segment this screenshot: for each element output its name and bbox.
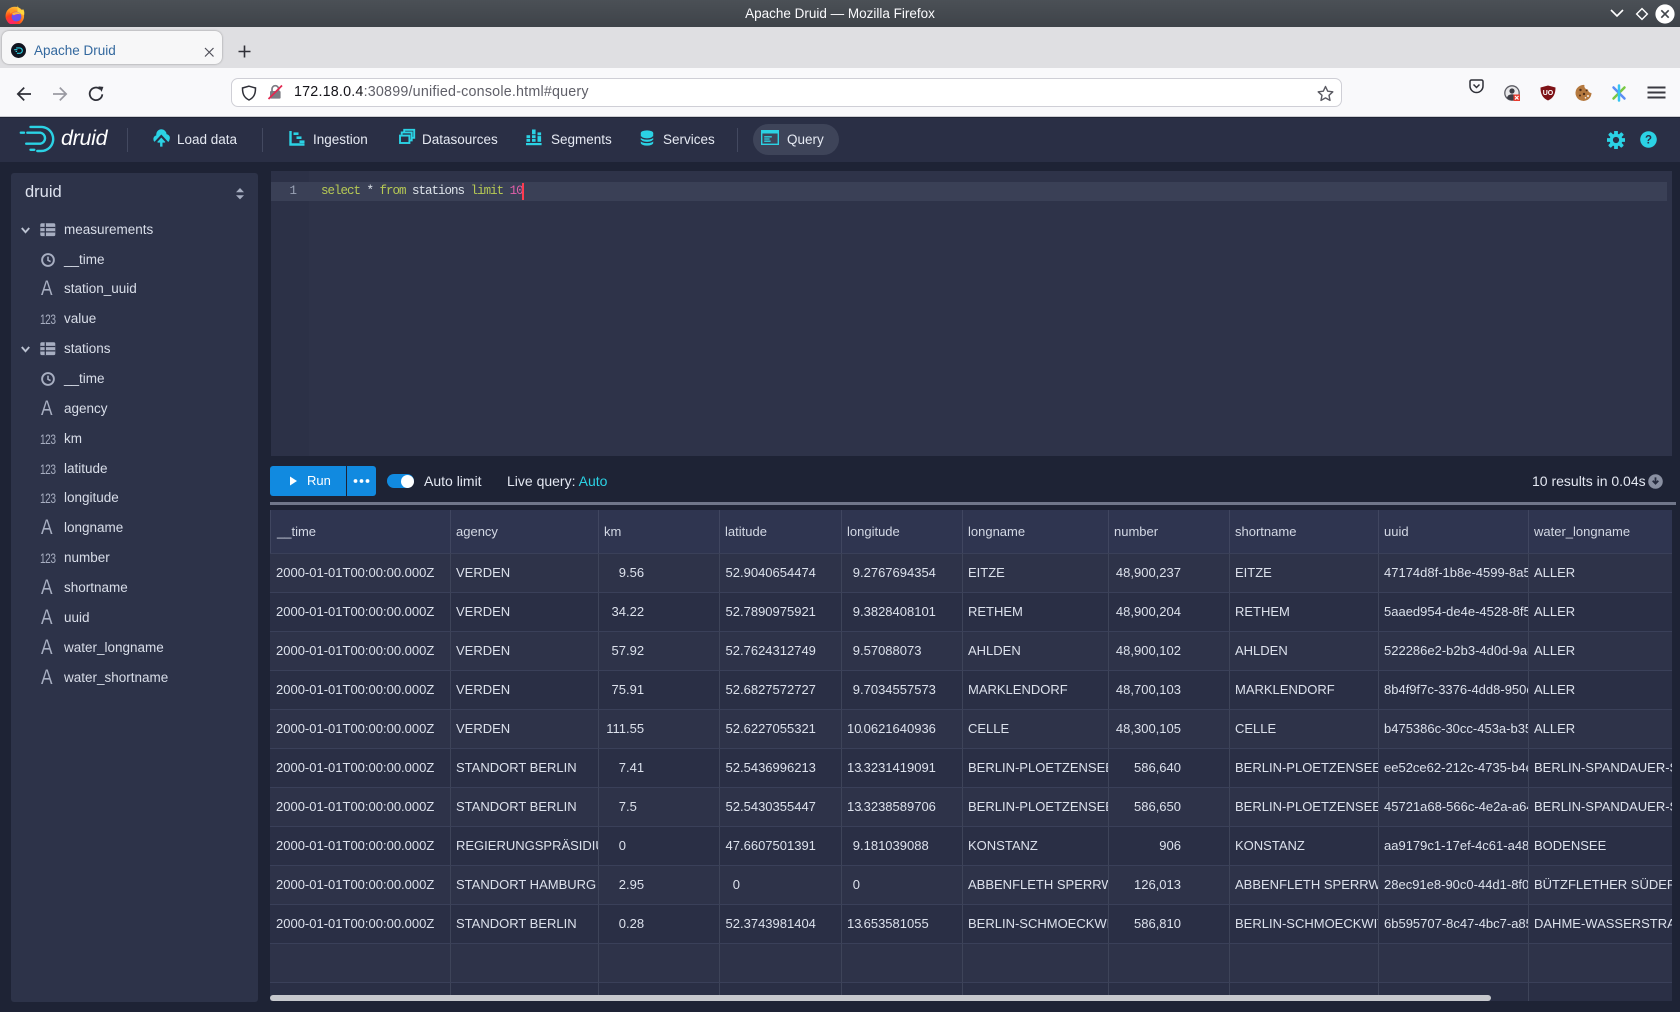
svg-text:?: ? — [1645, 135, 1652, 147]
svg-text:UO: UO — [1543, 90, 1554, 97]
